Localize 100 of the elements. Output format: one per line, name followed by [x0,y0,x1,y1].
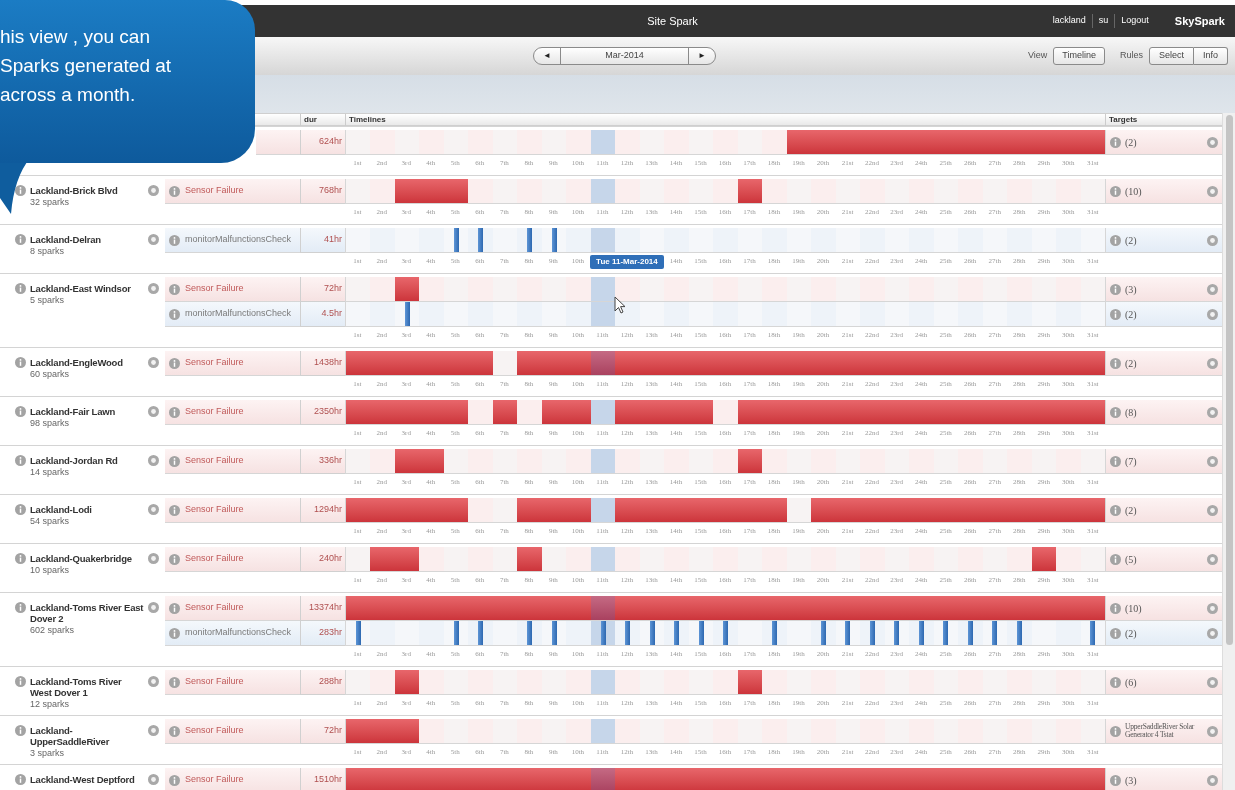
info-icon[interactable] [169,406,180,418]
ring-icon[interactable] [1207,308,1218,320]
info-icon[interactable] [1110,676,1121,688]
rule-cell[interactable]: Sensor Failure [165,670,300,695]
ring-icon[interactable] [148,725,159,736]
info-icon[interactable] [169,455,180,467]
info-icon[interactable] [169,602,180,614]
target-cell[interactable]: (3) [1105,277,1222,302]
user-link[interactable]: Logout [1114,14,1149,28]
target-cell[interactable]: (2) [1105,228,1222,253]
ring-icon[interactable] [148,676,159,687]
site-name[interactable]: Lackland-East Windsor [30,283,144,294]
info-icon[interactable] [1110,185,1121,197]
target-cell[interactable]: (5) [1105,547,1222,572]
rule-cell[interactable]: monitorMalfunctionsCheck [165,302,300,327]
info-icon[interactable] [1110,553,1121,565]
site-name[interactable]: Lackland-Jordan Rd [30,455,144,466]
target-cell[interactable]: (2) [1105,130,1222,155]
info-icon[interactable] [1110,234,1121,246]
rule-cell[interactable]: Sensor Failure [165,179,300,204]
ring-icon[interactable] [1207,676,1218,688]
info-icon[interactable] [169,553,180,565]
info-icon[interactable] [169,504,180,516]
rule-cell[interactable]: Sensor Failure [165,768,300,790]
target-cell[interactable]: (2) [1105,621,1222,646]
info-icon[interactable] [15,357,26,368]
rule-cell[interactable] [256,130,300,155]
target-cell[interactable]: (2) [1105,498,1222,523]
info-icon[interactable] [15,676,26,687]
site-name[interactable]: Lackland-Fair Lawn [30,406,144,417]
rule-cell[interactable]: Sensor Failure [165,498,300,523]
ring-icon[interactable] [1207,602,1218,614]
ring-icon[interactable] [1207,136,1218,148]
info-icon[interactable] [15,234,26,245]
info-icon[interactable] [1110,283,1121,295]
site-name[interactable]: Lackland-Quakerbridge [30,553,144,564]
ring-icon[interactable] [1207,234,1218,246]
rule-cell[interactable]: Sensor Failure [165,547,300,572]
ring-icon[interactable] [148,553,159,564]
ring-icon[interactable] [1207,725,1218,737]
rule-cell[interactable]: monitorMalfunctionsCheck [165,228,300,253]
info-icon[interactable] [15,602,26,613]
rule-cell[interactable]: Sensor Failure [165,449,300,474]
ring-icon[interactable] [1207,185,1218,197]
site-name[interactable]: Lackland-Lodi [30,504,144,515]
ring-icon[interactable] [1207,283,1218,295]
target-cell[interactable]: (3) [1105,768,1222,790]
ring-icon[interactable] [1207,455,1218,467]
info-icon[interactable] [169,185,180,197]
info-icon[interactable] [15,185,26,196]
ring-icon[interactable] [148,234,159,245]
rule-cell[interactable]: Sensor Failure [165,351,300,376]
scrollbar[interactable] [1222,113,1235,790]
rule-cell[interactable]: Sensor Failure [165,400,300,425]
rule-cell[interactable]: monitorMalfunctionsCheck [165,621,300,646]
ring-icon[interactable] [148,185,159,196]
ring-icon[interactable] [1207,357,1218,369]
target-cell[interactable]: (2) [1105,351,1222,376]
ring-icon[interactable] [148,602,159,613]
info-icon[interactable] [1110,602,1121,614]
info-icon[interactable] [1110,725,1121,737]
user-link[interactable]: su [1091,14,1109,28]
info-icon[interactable] [169,676,180,688]
info-icon[interactable] [1110,504,1121,516]
ring-icon[interactable] [148,406,159,417]
next-month-button[interactable]: ► [688,48,715,64]
info-icon[interactable] [1110,406,1121,418]
target-cell[interactable]: (7) [1105,449,1222,474]
info-icon[interactable] [15,406,26,417]
ring-icon[interactable] [1207,553,1218,565]
target-cell[interactable]: (2) [1105,302,1222,327]
site-name[interactable]: Lackland-UpperSaddleRiver [30,725,144,747]
info-icon[interactable] [15,725,26,736]
ring-icon[interactable] [1207,406,1218,418]
info-icon[interactable] [15,553,26,564]
info-icon[interactable] [1110,136,1121,148]
info-icon[interactable] [15,283,26,294]
ring-icon[interactable] [1207,627,1218,639]
info-icon[interactable] [169,627,180,639]
site-name[interactable]: Lackland-Brick Blvd [30,185,144,196]
info-icon[interactable] [15,774,26,785]
info-icon[interactable] [15,455,26,466]
rule-cell[interactable]: Sensor Failure [165,596,300,621]
ring-icon[interactable] [1207,504,1218,516]
info-icon[interactable] [169,308,180,320]
ring-icon[interactable] [148,774,159,785]
site-name[interactable]: Lackland-Delran [30,234,144,245]
rules-button[interactable]: Info [1194,47,1228,65]
site-name[interactable]: Lackland-West Deptford [30,774,144,785]
info-icon[interactable] [1110,308,1121,320]
ring-icon[interactable] [148,357,159,368]
ring-icon[interactable] [148,283,159,294]
target-cell[interactable]: (10) [1105,179,1222,204]
target-cell[interactable]: (8) [1105,400,1222,425]
info-icon[interactable] [169,774,180,786]
info-icon[interactable] [169,234,180,246]
rule-cell[interactable]: Sensor Failure [165,719,300,744]
site-name[interactable]: Lackland-EngleWood [30,357,144,368]
target-cell[interactable]: (6) [1105,670,1222,695]
info-icon[interactable] [1110,774,1121,786]
